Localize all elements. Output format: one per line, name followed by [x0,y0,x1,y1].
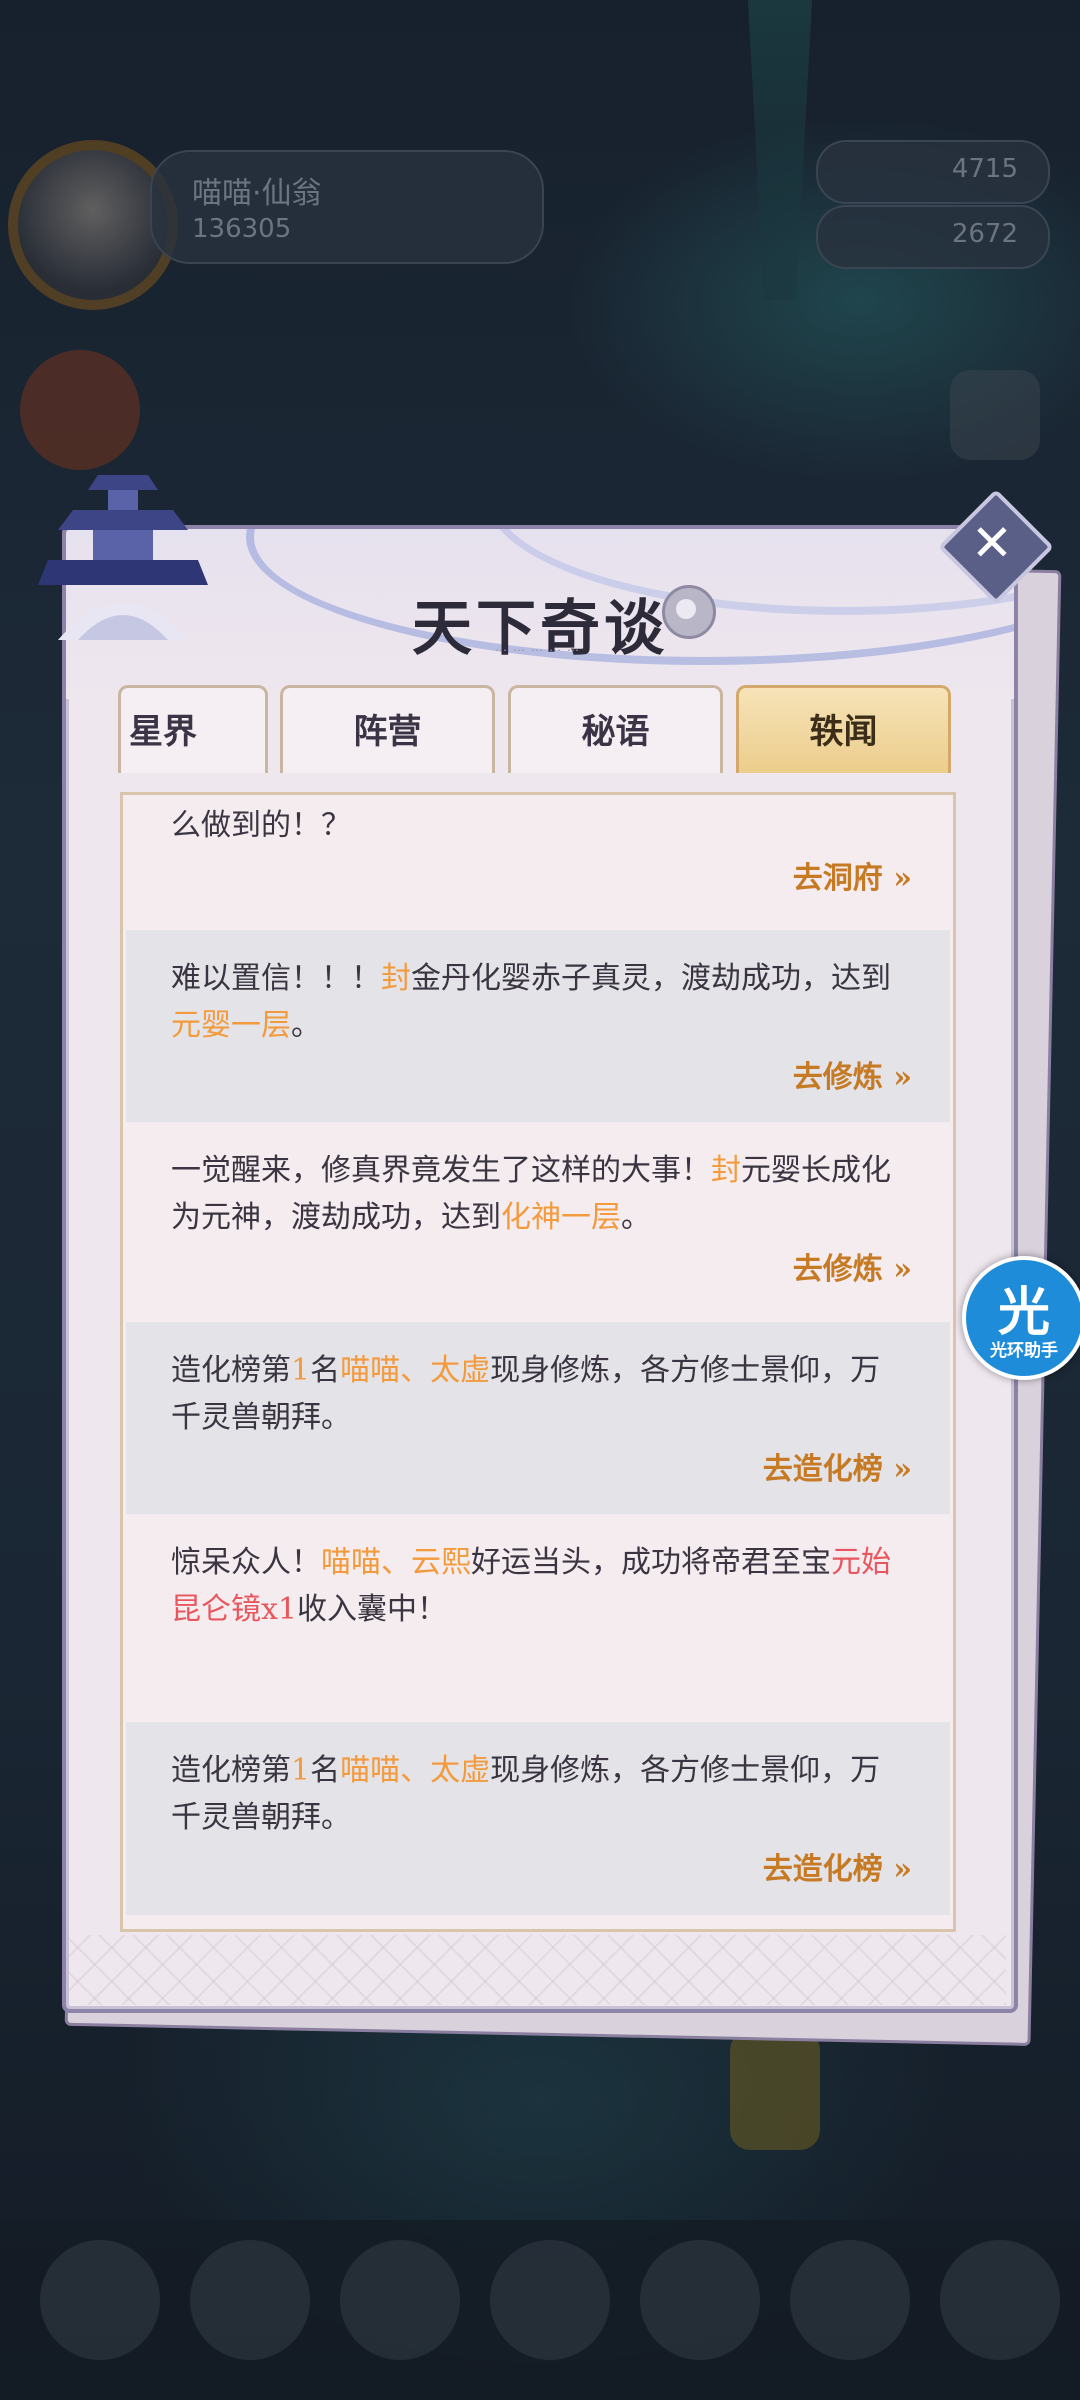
text-segment: 惊呆众人！ [171,1545,321,1580]
goto-ranking-link[interactable]: 去造化榜 » [763,1844,912,1888]
side-menu-icon [950,370,1040,460]
text-segment: 。 [621,1200,651,1235]
event-icon [20,350,140,470]
tab-zhenying[interactable]: 阵营 [280,685,495,773]
text-segment: 金丹化婴赤子真灵，渡劫成功，达到 [411,961,891,996]
item-text: 造化榜第1名喵喵、太虚现身修炼，各方修士景仰，万千灵兽朝拜。 [171,1347,910,1441]
resource-1-box: 4715 [816,140,1050,204]
goto-cultivate-link[interactable]: 去修炼 » [793,1244,912,1288]
highlighted-text: 化神一层 [501,1200,621,1235]
list-item: 么做到的！？ 去洞府 » [126,795,950,930]
item-text: 一觉醒来，修真界竟发生了这样的大事！封元婴长成化为元神，渡劫成功，达到化神一层。 [171,1147,910,1241]
item-text: 么做到的！？ [171,802,910,849]
goto-ranking-link[interactable]: 去造化榜 » [763,1444,912,1488]
resource-2-box: 2672 [816,205,1050,269]
highlighted-text: 封 [381,961,411,996]
goto-cultivate-link[interactable]: 去修炼 » [793,1052,912,1096]
resource-1-value: 4715 [951,154,1018,184]
bottom-menu-icon [340,2240,460,2360]
highlighted-text: 喵喵、太虚 [340,1353,491,1388]
list-item: 惊呆众人！喵喵、云熙好运当头，成功将帝君至宝元始昆仑镜x1收入囊中！ [126,1514,950,1722]
list-item: 难以置信！！！封金丹化婴赤子真灵，渡劫成功，达到元婴一层。 去修炼 » [126,930,950,1122]
text-segment: 么做到的！？ [171,808,351,843]
text-segment: 名 [310,1353,341,1388]
highlighted-text: 元婴一层 [171,1008,291,1043]
text-segment: 造化榜第 [171,1353,291,1388]
tab-xingjie[interactable]: 星界 [118,685,268,773]
player-name: 喵喵·仙翁 [192,176,322,211]
bottom-menu-icon [640,2240,760,2360]
item-text: 造化榜第1名喵喵、太虚现身修炼，各方修士景仰，万千灵兽朝拜。 [171,1747,910,1841]
text-segment: 。 [291,1008,321,1043]
list-item: 一觉醒来，修真界竟发生了这样的大事！封元婴长成化为元神，渡劫成功，达到化神一层。… [126,1122,950,1322]
close-icon[interactable]: ✕ [955,506,1029,580]
highlighted-text: 1 [291,1353,311,1388]
tab-bar: 星界 阵营 秘语 轶闻 [118,685,958,773]
player-info-box: 喵喵·仙翁 136305 [150,150,544,264]
tab-miyu[interactable]: 秘语 [508,685,723,773]
bottom-menu-icon [790,2240,910,2360]
highlighted-text: 喵喵、太虚 [340,1753,491,1788]
text-segment: 收入囊中！ [297,1592,448,1627]
highlighted-text: 喵喵、云熙 [321,1545,471,1580]
player-power: 136305 [192,214,292,244]
highlighted-text: 1 [291,1753,311,1788]
text-segment: 造化榜第 [171,1753,291,1788]
item-text: 惊呆众人！喵喵、云熙好运当头，成功将帝君至宝元始昆仑镜x1收入囊中！ [171,1539,910,1633]
gear-icon[interactable] [662,585,716,639]
bottom-menu-icon [190,2240,310,2360]
bottom-menu-icon [40,2240,160,2360]
list-item: 造化榜第1名喵喵、太虚现身修炼，各方修士景仰，万千灵兽朝拜。 去造化榜 » [126,1322,950,1514]
item-text: 难以置信！！！封金丹化婴赤子真灵，渡劫成功，达到元婴一层。 [171,955,910,1049]
text-segment: 名 [310,1753,341,1788]
tab-yiwen[interactable]: 轶闻 [736,685,951,773]
modal-subtitle: …………… [495,640,585,654]
list-item: 造化榜第1名喵喵、太虚现身修炼，各方修士景仰，万千灵兽朝拜。 去造化榜 » [126,1722,950,1915]
text-segment: 难以置信！！！ [171,961,381,996]
bottom-menu-icon [490,2240,610,2360]
bottom-menu-icon [940,2240,1060,2360]
goto-cave-link[interactable]: 去洞府 » [793,853,912,897]
highlighted-text: 封 [711,1153,741,1188]
resource-2-value: 2672 [951,219,1018,249]
helper-logo-icon: 光 [997,1283,1050,1343]
modal-bottom-decor [66,1935,1006,2005]
helper-float-button[interactable]: 光 光环助手 [962,1256,1080,1380]
text-segment: 一觉醒来，修真界竟发生了这样的大事！ [171,1153,711,1188]
lantern-icon [730,2030,820,2150]
text-segment: 好运当头，成功将帝君至宝 [471,1545,831,1580]
news-list[interactable]: 么做到的！？ 去洞府 » 难以置信！！！封金丹化婴赤子真灵，渡劫成功，达到元婴一… [120,792,956,1932]
helper-label: 光环助手 [990,1341,1058,1361]
